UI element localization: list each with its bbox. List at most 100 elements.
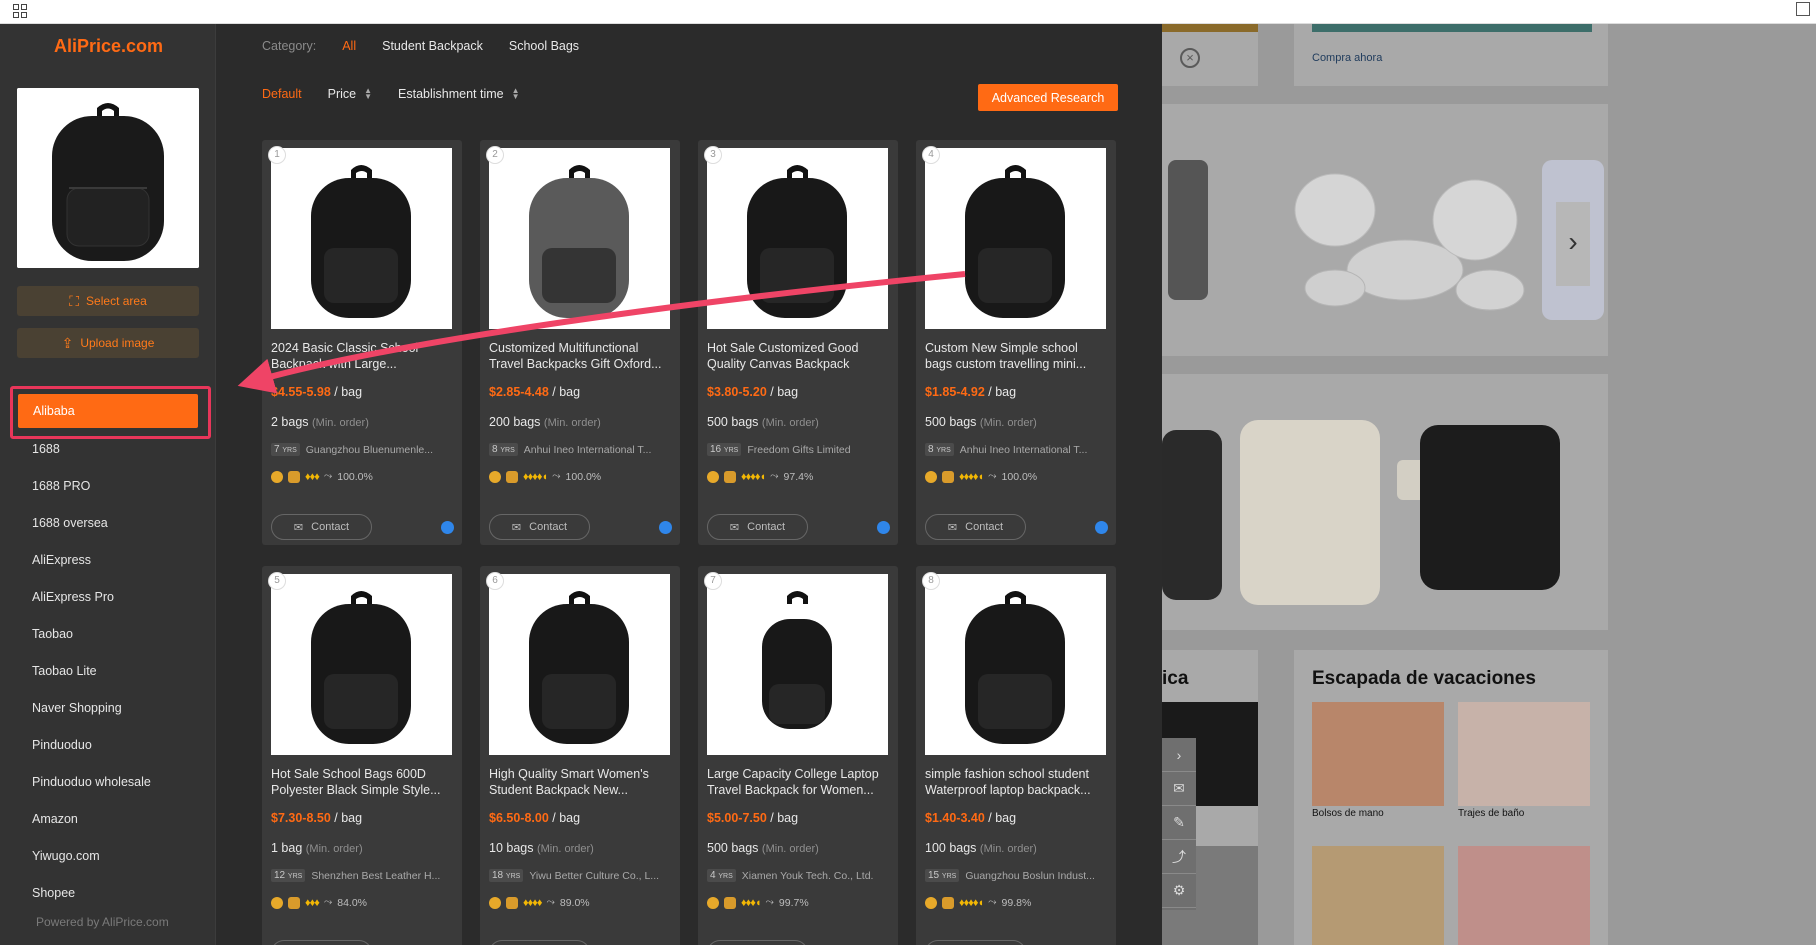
contact-button[interactable]: ✉Contact [271, 940, 372, 945]
response-rate: 99.8% [1001, 896, 1032, 909]
platform-naver-shopping[interactable]: Naver Shopping [0, 690, 216, 727]
product-title[interactable]: Hot Sale School Bags 600D Polyester Blac… [271, 766, 452, 798]
product-title[interactable]: simple fashion school student Waterproof… [925, 766, 1106, 798]
platform-pinduoduo[interactable]: Pinduoduo [0, 727, 216, 764]
platform-pinduoduo-wholesale[interactable]: Pinduoduo wholesale [0, 764, 216, 801]
product-card[interactable]: 1 2024 Basic Classic School Backpack wit… [262, 140, 462, 545]
product-card[interactable]: 2 Customized Multifunctional Travel Back… [480, 140, 680, 545]
sort-price[interactable]: Price ▲ ▼ [327, 87, 372, 102]
platform-shopee[interactable]: Shopee [0, 875, 216, 912]
sidebar: AliPrice.com ⛶ Select area ⇪ Upload imag… [0, 24, 216, 945]
product-image[interactable] [925, 574, 1106, 755]
product-title[interactable]: 2024 Basic Classic School Backpack with … [271, 340, 452, 372]
chat-icon[interactable] [1095, 521, 1108, 534]
advanced-research-button[interactable]: Advanced Research [978, 84, 1118, 111]
sort-price-label: Price [327, 87, 357, 101]
rank-number: 1 [268, 146, 286, 164]
product-title[interactable]: Large Capacity College Laptop Travel Bac… [707, 766, 888, 798]
contact-button[interactable]: ✉Contact [271, 514, 372, 540]
product-image[interactable] [489, 148, 670, 329]
price-range: $4.55-5.98 [271, 385, 331, 399]
share-arrow-icon: ⤳ [323, 896, 333, 908]
supplier-rating: ♦♦♦♦◖ ⤳ 100.0% [489, 470, 601, 483]
product-image[interactable] [707, 574, 888, 755]
product-title[interactable]: Customized Multifunctional Travel Backpa… [489, 340, 670, 372]
chat-icon[interactable] [659, 521, 672, 534]
handbags-image[interactable] [1312, 702, 1444, 806]
product-image[interactable] [925, 148, 1106, 329]
platform-1688-pro[interactable]: 1688 PRO [0, 468, 216, 505]
upload-image-label: Upload image [80, 336, 155, 350]
diamond-rating-icon: ♦♦♦ [305, 896, 320, 909]
supplier-name[interactable]: Anhui Ineo International T... [524, 444, 652, 456]
expand-icon[interactable]: › [1162, 738, 1196, 772]
category-school-bags[interactable]: School Bags [509, 39, 579, 53]
sort-default[interactable]: Default [262, 87, 302, 101]
supplier-name[interactable]: Guangzhou Boslun Indust... [965, 870, 1095, 882]
platform-taobao[interactable]: Taobao [0, 616, 216, 653]
contact-button[interactable]: ✉Contact [707, 514, 808, 540]
contact-button[interactable]: ✉Contact [707, 940, 808, 945]
apps-grid-icon[interactable] [13, 4, 27, 18]
settings-icon[interactable]: ⚙ [1162, 874, 1196, 908]
category-all[interactable]: All [342, 39, 356, 53]
contact-button[interactable]: ✉Contact [925, 940, 1026, 945]
product-image[interactable] [271, 574, 452, 755]
product-title[interactable]: Custom New Simple school bags custom tra… [925, 340, 1106, 372]
sort-establishment[interactable]: Establishment time ▲ ▼ [398, 87, 520, 102]
product-card[interactable]: 7 Large Capacity College Laptop Travel B… [698, 566, 898, 945]
product-price: $4.55-5.98 / bag [271, 385, 362, 399]
rank-number: 5 [268, 572, 286, 590]
product-image[interactable] [707, 148, 888, 329]
carousel-next-icon[interactable]: › [1556, 202, 1590, 286]
platform-aliexpress[interactable]: AliExpress [0, 542, 216, 579]
chat-icon[interactable]: ✉ [1162, 772, 1196, 806]
supplier-name[interactable]: Xiamen Youk Tech. Co., Ltd. [742, 870, 874, 882]
share-icon[interactable]: ⤴ [1162, 840, 1196, 874]
shop-now-link[interactable]: Compra ahora [1312, 52, 1382, 64]
verified-icon [925, 896, 937, 909]
product-card[interactable]: 5 Hot Sale School Bags 600D Polyester Bl… [262, 566, 462, 945]
moq-note: (Min. order) [761, 417, 819, 429]
share-arrow-icon: ⤳ [546, 896, 555, 908]
close-icon[interactable]: × [1180, 48, 1200, 68]
upload-icon: ⇪ [61, 334, 74, 351]
product-price: $1.85-4.92 / bag [925, 385, 1016, 399]
supplier-name[interactable]: Yiwu Better Culture Co., L... [529, 870, 659, 882]
platform-yiwugo[interactable]: Yiwugo.com [0, 838, 216, 875]
window-icon[interactable] [1796, 2, 1810, 16]
response-rate: 100.0% [565, 470, 602, 483]
product-card[interactable]: 4 Custom New Simple school bags custom t… [916, 140, 1116, 545]
chat-icon[interactable] [441, 521, 454, 534]
product-image[interactable] [271, 148, 452, 329]
select-area-button[interactable]: ⛶ Select area [17, 286, 199, 316]
supplier-name[interactable]: Freedom Gifts Limited [747, 444, 850, 456]
response-rate: 89.0% [559, 896, 590, 909]
product-title[interactable]: High Quality Smart Women's Student Backp… [489, 766, 670, 798]
contact-button[interactable]: ✉Contact [489, 514, 590, 540]
platform-aliexpress-pro[interactable]: AliExpress Pro [0, 579, 216, 616]
product-image[interactable] [489, 574, 670, 755]
category-student-backpack[interactable]: Student Backpack [382, 39, 483, 53]
platform-1688-oversea[interactable]: 1688 oversea [0, 505, 216, 542]
swimwear-image[interactable] [1458, 702, 1590, 806]
product-card[interactable]: 8 simple fashion school student Waterpro… [916, 566, 1116, 945]
platform-taobao-lite[interactable]: Taobao Lite [0, 653, 216, 690]
supplier-name[interactable]: Guangzhou Bluenumenle... [306, 444, 433, 456]
platform-amazon[interactable]: Amazon [0, 801, 216, 838]
supplier-rating: ♦♦♦ ⤳ 100.0% [271, 470, 373, 483]
shoes-image[interactable] [1458, 846, 1590, 945]
contact-button[interactable]: ✉Contact [925, 514, 1026, 540]
supplier-name[interactable]: Anhui Ineo International T... [960, 444, 1088, 456]
upload-image-button[interactable]: ⇪ Upload image [17, 328, 199, 358]
chat-icon[interactable] [877, 521, 890, 534]
cosmetics-image[interactable] [1312, 846, 1444, 945]
product-card[interactable]: 6 High Quality Smart Women's Student Bac… [480, 566, 680, 945]
product-card[interactable]: 3 Hot Sale Customized Good Quality Canva… [698, 140, 898, 545]
supplier-name[interactable]: Shenzhen Best Leather H... [311, 870, 440, 882]
edit-icon[interactable]: ✎ [1162, 806, 1196, 840]
contact-button[interactable]: ✉Contact [489, 940, 590, 945]
supplier-info: 16 YRS Freedom Gifts Limited [707, 443, 888, 456]
product-title[interactable]: Hot Sale Customized Good Quality Canvas … [707, 340, 888, 372]
logo[interactable]: AliPrice.com [54, 36, 163, 57]
